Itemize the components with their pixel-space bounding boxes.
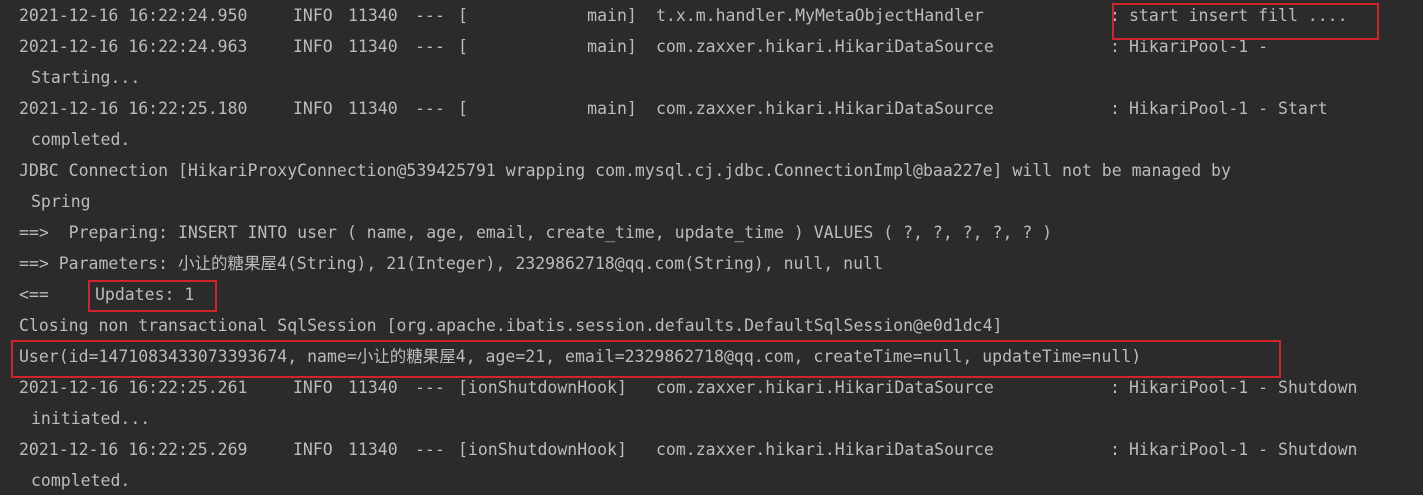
log-timestamp: 2021-12-16 16:22:25.261	[19, 378, 248, 397]
log-thread: [ionShutdownHook]	[458, 440, 627, 459]
log-logger: com.zaxxer.hikari.HikariDataSource	[656, 37, 994, 56]
user-output-line: User(id=1471083433073393674, name=小让的糖果屋…	[19, 347, 1142, 366]
log-timestamp: 2021-12-16 16:22:24.950	[19, 6, 248, 25]
log-thread: [ main]	[458, 99, 637, 118]
log-line-shutdown-completed: 2021-12-16 16:22:25.269 INFO 11340 --- […	[19, 434, 1357, 465]
log-level: INFO	[293, 6, 333, 25]
log-line-3: 2021-12-16 16:22:25.180 INFO 11340 --- […	[19, 93, 1328, 124]
sql-parameters-line: ==> Parameters: 小让的糖果屋4(String), 21(Inte…	[19, 254, 883, 273]
log-thread: [ main]	[458, 37, 637, 56]
jdbc-connection-continuation: Spring	[31, 192, 91, 211]
log-logger: com.zaxxer.hikari.HikariDataSource	[656, 378, 994, 397]
log-pid: 11340	[348, 6, 398, 25]
log-level: INFO	[293, 37, 333, 56]
log-level: INFO	[293, 378, 333, 397]
log-message: HikariPool-1 - Shutdown	[1129, 440, 1358, 459]
sql-updates-count: Updates: 1	[95, 285, 195, 304]
sql-updates-line: <== Updates: 1	[19, 279, 194, 310]
log-level: INFO	[293, 440, 333, 459]
log-separator: ---	[415, 440, 445, 459]
log-line-1: 2021-12-16 16:22:24.950 INFO 11340 --- […	[19, 0, 1348, 31]
log-separator: ---	[415, 99, 445, 118]
log-pid: 11340	[348, 99, 398, 118]
log-line-3-continuation: completed.	[31, 130, 131, 149]
log-separator: ---	[415, 37, 445, 56]
log-colon: :	[1110, 6, 1120, 25]
log-line-2: 2021-12-16 16:22:24.963 INFO 11340 --- […	[19, 31, 1268, 62]
sqlsession-closing-line: Closing non transactional SqlSession [or…	[19, 316, 1003, 335]
log-line-shutdown-initiated: 2021-12-16 16:22:25.261 INFO 11340 --- […	[19, 372, 1357, 403]
log-separator: ---	[415, 6, 445, 25]
log-message: start insert fill ....	[1129, 6, 1348, 25]
log-level: INFO	[293, 99, 333, 118]
log-line-2-continuation: Starting...	[31, 68, 141, 87]
log-separator: ---	[415, 378, 445, 397]
log-message: HikariPool-1 - Shutdown	[1129, 378, 1358, 397]
log-pid: 11340	[348, 440, 398, 459]
log-colon: :	[1110, 440, 1120, 459]
sql-preparing-line: ==> Preparing: INSERT INTO user ( name, …	[19, 223, 1053, 242]
log-line-shutdown-initiated-continuation: initiated...	[31, 409, 151, 428]
log-logger: com.zaxxer.hikari.HikariDataSource	[656, 99, 994, 118]
log-pid: 11340	[348, 37, 398, 56]
log-timestamp: 2021-12-16 16:22:25.180	[19, 99, 248, 118]
log-colon: :	[1110, 37, 1120, 56]
jdbc-connection-line: JDBC Connection [HikariProxyConnection@5…	[19, 161, 1231, 180]
console-output[interactable]: 2021-12-16 16:22:24.950 INFO 11340 --- […	[0, 0, 1423, 495]
log-colon: :	[1110, 378, 1120, 397]
log-message: HikariPool-1 -	[1129, 37, 1269, 56]
log-message: HikariPool-1 - Start	[1129, 99, 1328, 118]
log-thread: [ main]	[458, 6, 637, 25]
sql-updates-arrow: <==	[19, 285, 49, 304]
log-timestamp: 2021-12-16 16:22:24.963	[19, 37, 248, 56]
log-thread: [ionShutdownHook]	[458, 378, 627, 397]
log-pid: 11340	[348, 378, 398, 397]
log-logger: t.x.m.handler.MyMetaObjectHandler	[656, 6, 984, 25]
log-colon: :	[1110, 99, 1120, 118]
log-logger: com.zaxxer.hikari.HikariDataSource	[656, 440, 994, 459]
log-line-shutdown-completed-continuation: completed.	[31, 471, 131, 490]
log-timestamp: 2021-12-16 16:22:25.269	[19, 440, 248, 459]
